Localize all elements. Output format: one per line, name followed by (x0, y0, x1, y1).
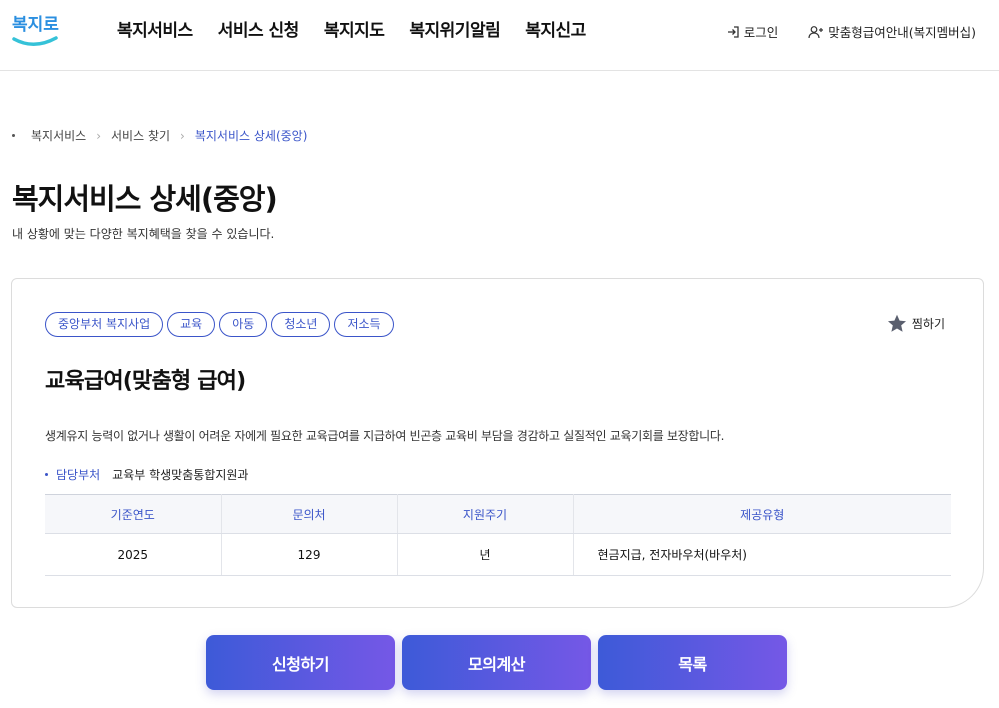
simulate-button[interactable]: 모의계산 (402, 635, 591, 690)
action-buttons: 신청하기 모의계산 목록 (206, 635, 787, 690)
cell-contact: 129 (221, 533, 398, 576)
table-header-row: 기준연도 문의처 지원주기 제공유형 (45, 494, 951, 534)
department-info: 담당부처 교육부 학생맞춤통합지원과 (45, 466, 248, 483)
bullet-icon (45, 473, 48, 476)
department-value: 교육부 학생맞춤통합지원과 (112, 468, 249, 482)
header-support-cycle: 지원주기 (397, 494, 574, 534)
main-navigation: 복지서비스 서비스 신청 복지지도 복지위기알림 복지신고 (117, 16, 611, 41)
home-dot-icon (12, 134, 15, 137)
user-plus-icon (808, 25, 824, 38)
cell-support-cycle: 년 (397, 533, 574, 576)
login-label: 로그인 (743, 25, 779, 40)
tag-central-ministry[interactable]: 중앙부처 복지사업 (45, 312, 164, 337)
header-provision-type: 제공유형 (573, 494, 951, 534)
service-info-table: 기준연도 문의처 지원주기 제공유형 2025 129 년 현금지급, 전자바우… (45, 494, 951, 576)
service-title: 교육급여(맞춤형 급여) (45, 369, 246, 394)
membership-link[interactable]: 맞춤형급여안내(복지멤버십) (808, 22, 976, 41)
apply-button[interactable]: 신청하기 (206, 635, 395, 690)
tag-youth[interactable]: 청소년 (271, 312, 331, 337)
breadcrumb-item-welfare-service[interactable]: 복지서비스 (31, 127, 86, 144)
table-row: 2025 129 년 현금지급, 전자바우처(바우처) (45, 533, 951, 576)
star-icon (887, 314, 906, 332)
page-description: 내 상황에 맞는 다양한 복지혜택을 찾을 수 있습니다. (12, 227, 275, 241)
site-header: 복지로 복지서비스 서비스 신청 복지지도 복지위기알림 복지신고 로그인 맞춤… (0, 0, 999, 71)
cell-provision-type: 현금지급, 전자바우처(바우처) (573, 533, 951, 576)
tag-education[interactable]: 교육 (167, 312, 216, 337)
login-link[interactable]: 로그인 (726, 22, 779, 41)
nav-item-crisis-alert[interactable]: 복지위기알림 (409, 16, 500, 41)
svg-text:복지로: 복지로 (12, 15, 59, 35)
chevron-right-icon: › (180, 128, 185, 143)
tag-child[interactable]: 아동 (219, 312, 268, 337)
nav-item-welfare-report[interactable]: 복지신고 (525, 16, 586, 41)
header-contact: 문의처 (221, 494, 398, 534)
department-label: 담당부처 (56, 468, 101, 482)
membership-label: 맞춤형급여안내(복지멤버십) (828, 25, 976, 40)
cell-base-year: 2025 (45, 533, 222, 576)
breadcrumb: 복지서비스 › 서비스 찾기 › 복지서비스 상세(중앙) (12, 127, 307, 144)
tag-low-income[interactable]: 저소득 (334, 312, 394, 337)
breadcrumb-current: 복지서비스 상세(중앙) (194, 129, 308, 143)
nav-item-welfare-service[interactable]: 복지서비스 (117, 16, 193, 41)
page-title: 복지서비스 상세(중앙) (12, 182, 278, 216)
nav-item-service-application[interactable]: 서비스 신청 (218, 16, 300, 41)
service-detail-card: 중앙부처 복지사업 교육 아동 청소년 저소득 찜하기 교육급여(맞춤형 급여)… (11, 278, 984, 608)
site-logo[interactable]: 복지로 (10, 6, 62, 50)
list-button[interactable]: 목록 (598, 635, 787, 690)
favorite-button[interactable]: 찜하기 (887, 314, 945, 333)
login-icon (727, 25, 739, 38)
logo-mark-icon: 복지로 (12, 15, 59, 46)
utility-menu: 로그인 맞춤형급여안내(복지멤버십) (726, 22, 976, 41)
nav-item-welfare-map[interactable]: 복지지도 (324, 16, 385, 41)
breadcrumb-item-service-search[interactable]: 서비스 찾기 (111, 127, 170, 144)
service-tags: 중앙부처 복지사업 교육 아동 청소년 저소득 (45, 312, 394, 337)
service-description: 생계유지 능력이 없거나 생활이 어려운 자에게 필요한 교육급여를 지급하여 … (45, 429, 725, 443)
favorite-label: 찜하기 (911, 317, 945, 331)
chevron-right-icon: › (96, 128, 102, 143)
header-base-year: 기준연도 (45, 494, 222, 534)
